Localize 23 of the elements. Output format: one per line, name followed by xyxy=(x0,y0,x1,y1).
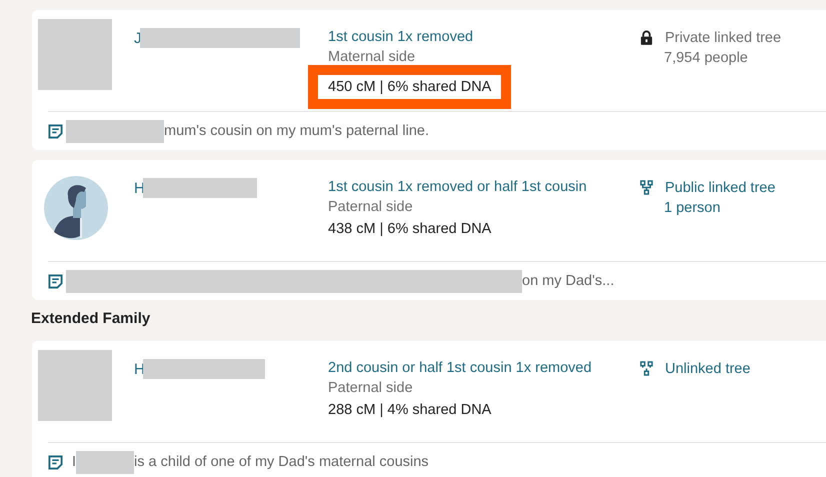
relationship-link[interactable]: 1st cousin 1x removed or half 1st cousin xyxy=(328,177,640,197)
note-icon xyxy=(48,124,63,138)
note-text: mum's cousin on my mum's paternal line. xyxy=(164,123,430,139)
section-heading: Extended Family xyxy=(31,310,152,327)
side-label: Paternal side xyxy=(328,379,414,398)
note-icon xyxy=(48,454,63,470)
side-label: Paternal side xyxy=(328,198,414,217)
redaction-block xyxy=(76,450,134,474)
relationship-link[interactable]: 2nd cousin or half 1st cousin 1x removed xyxy=(328,358,640,378)
tree-link[interactable]: Unlinked tree xyxy=(665,359,750,379)
shared-dna-text: 288 cM | 4% shared DNA xyxy=(328,401,492,420)
tree-people-count[interactable]: 1 person xyxy=(664,198,776,218)
tree-people-count[interactable]: 7,954 people xyxy=(664,48,782,68)
shared-dna-text: 450 cM | 6% shared DNA xyxy=(308,65,512,109)
shared-dna-text: 438 cM | 6% shared DNA xyxy=(328,220,492,239)
note-text: I xyxy=(72,454,76,470)
note-icon xyxy=(48,274,63,288)
note-text: on my Dad's... xyxy=(522,273,614,289)
side-label: Maternal side xyxy=(328,48,416,67)
note-text: is a child of one of my Dad's maternal cousins xyxy=(134,454,429,470)
tree-link[interactable]: Public linked tree xyxy=(665,178,776,198)
relationship-link[interactable]: 1st cousin 1x removed xyxy=(328,27,640,47)
tree-link[interactable]: Private linked tree xyxy=(665,28,782,48)
